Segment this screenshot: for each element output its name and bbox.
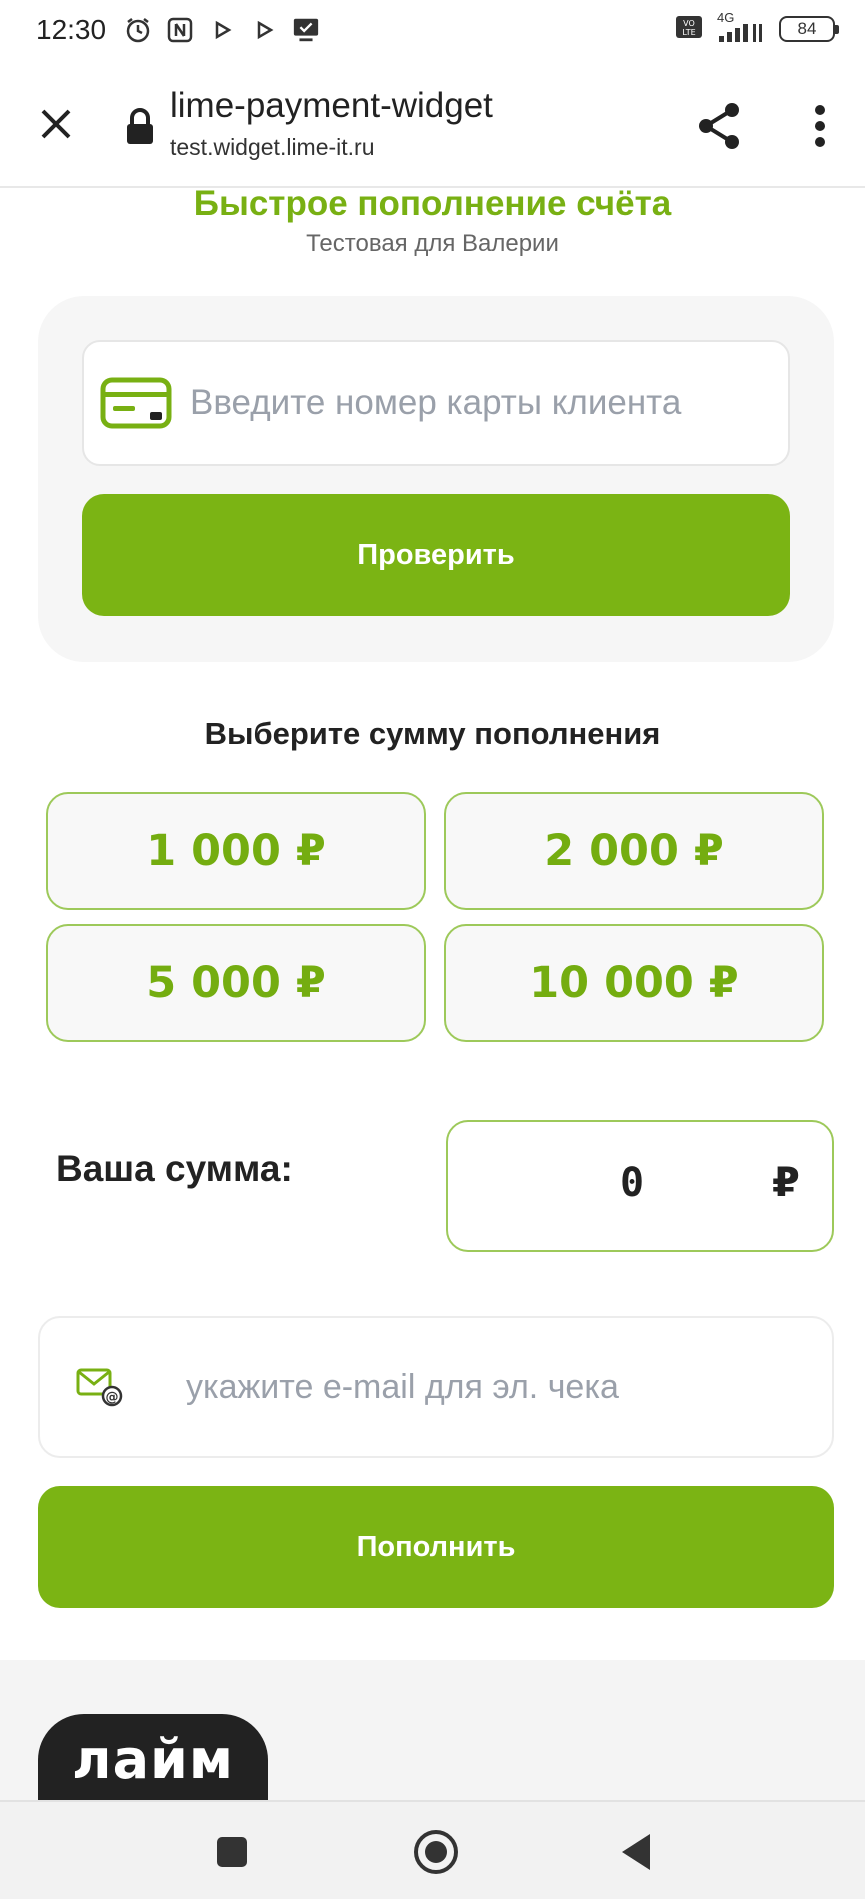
- signal-icon: 4G: [715, 10, 767, 44]
- share-button[interactable]: [692, 98, 748, 154]
- play-icon: [250, 16, 278, 44]
- custom-sum-label: Ваша сумма:: [56, 1148, 293, 1189]
- amount-option-10000[interactable]: 10 000 ₽: [444, 924, 824, 1042]
- close-tab-button[interactable]: [30, 98, 82, 150]
- status-system-icons: VO LTE 4G 84: [675, 10, 839, 44]
- share-icon: [699, 103, 739, 149]
- page-url[interactable]: test.widget.lime-it.ru: [170, 134, 375, 161]
- close-icon: [41, 109, 71, 139]
- card-number-field[interactable]: [82, 340, 790, 466]
- more-options-button[interactable]: [800, 98, 840, 154]
- recents-icon: [217, 1837, 247, 1867]
- alarm-icon: [124, 16, 152, 44]
- top-up-button[interactable]: Пополнить: [38, 1486, 834, 1608]
- custom-sum-value[interactable]: 0: [620, 1160, 644, 1206]
- nfc-icon: [166, 16, 194, 44]
- card-number-input[interactable]: [190, 383, 770, 423]
- network-type-label: 4G: [717, 10, 735, 25]
- widget-title: Быстрое пополнение счёта: [193, 184, 672, 223]
- screen-cast-icon: [292, 16, 320, 44]
- credit-card-icon: [100, 377, 172, 429]
- svg-text:LTE: LTE: [682, 28, 695, 37]
- check-button[interactable]: Проверить: [82, 494, 790, 616]
- more-vert-icon: [815, 105, 825, 147]
- home-icon: [414, 1830, 458, 1874]
- volte-icon: VO LTE: [675, 15, 703, 44]
- lime-logo: лайм: [38, 1714, 268, 1804]
- amount-option-2000[interactable]: 2 000 ₽: [444, 792, 824, 910]
- lock-icon: [124, 106, 156, 146]
- home-button[interactable]: [408, 1824, 464, 1880]
- svg-text:VO: VO: [683, 19, 695, 28]
- email-receipt-icon: @: [76, 1368, 123, 1407]
- svg-text:@: @: [106, 1390, 119, 1405]
- battery-indicator: 84: [779, 16, 839, 42]
- logo-text: лайм: [72, 1727, 234, 1791]
- back-icon: [622, 1834, 650, 1870]
- amount-option-5000[interactable]: 5 000 ₽: [46, 924, 426, 1042]
- status-time: 12:30: [36, 14, 107, 45]
- status-notification-icons: [124, 14, 320, 46]
- widget-subtitle: Тестовая для Валерии: [306, 230, 559, 257]
- page-title: lime-payment-widget: [170, 86, 493, 125]
- email-input[interactable]: [186, 1367, 786, 1407]
- email-field[interactable]: @: [38, 1316, 834, 1458]
- play-icon: [208, 16, 236, 44]
- recents-button[interactable]: [204, 1824, 260, 1880]
- amount-heading: Выберите сумму пополнения: [204, 716, 661, 751]
- amount-option-1000[interactable]: 1 000 ₽: [46, 792, 426, 910]
- back-button[interactable]: [608, 1824, 664, 1880]
- currency-symbol: ₽: [772, 1160, 800, 1206]
